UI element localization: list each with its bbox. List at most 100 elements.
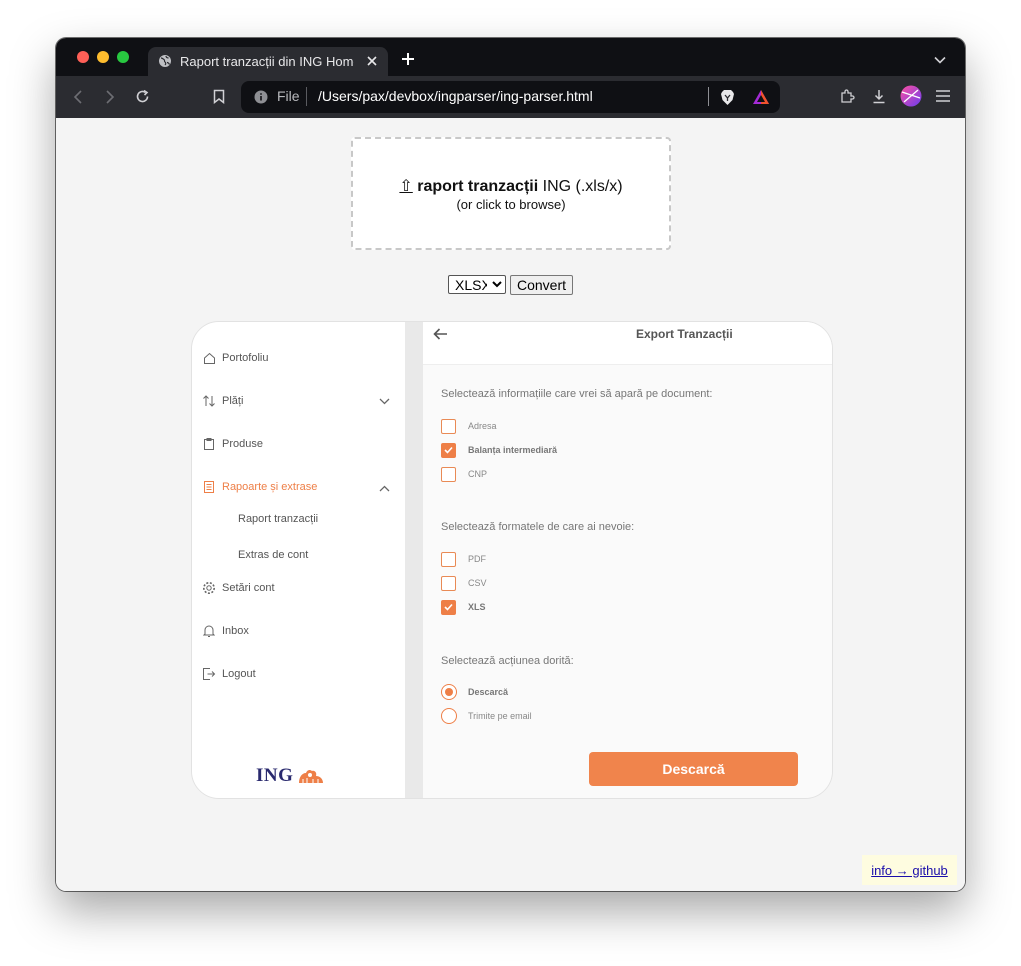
ing-option-pdf: PDF [441, 550, 486, 568]
ing-option-label: Descarcă [468, 687, 509, 697]
dropzone-hint: (or click to browse) [456, 197, 566, 212]
tab-title: Raport tranzacții din ING HomeBank [180, 54, 354, 69]
ing-section-action-label: Selectează acțiunea dorită: [441, 655, 574, 667]
url-text[interactable]: /Users/pax/devbox/ingparser/ing-parser.h… [318, 88, 593, 104]
ing-subnav-raport: Raport tranzacții [238, 513, 319, 525]
bookmark-icon[interactable] [212, 88, 226, 105]
ing-nav-label: Produse [222, 438, 263, 450]
close-window-button[interactable] [77, 51, 89, 63]
file-dropzone[interactable]: ⇧ raport tranzacții ING (.xls/x) (or cli… [351, 137, 671, 250]
ing-sidebar: Portofoliu Plăți Produse Rapoarte și ext… [192, 322, 405, 798]
back-icon[interactable] [72, 89, 84, 105]
chevron-up-icon [378, 484, 390, 492]
ing-export-header: Export Tranzacții [423, 322, 832, 365]
ing-divider [405, 322, 423, 798]
ing-logo-text: ING [256, 765, 294, 786]
upload-arrow-icon: ⇧ [399, 178, 413, 195]
dropzone-title: ⇧ raport tranzacții ING (.xls/x) [353, 176, 669, 196]
ing-option-csv: CSV [441, 574, 487, 592]
ing-nav-produse: Produse [202, 434, 263, 454]
checkbox-unchecked [441, 551, 456, 567]
ing-option-xls: XLS [441, 598, 486, 616]
brave-shields-icon[interactable] [719, 88, 735, 106]
back-arrow-icon [432, 326, 448, 342]
document-icon [202, 480, 216, 494]
info-github-link[interactable]: info → github [862, 855, 957, 885]
ing-option-label: Adresa [468, 421, 497, 431]
ing-section-info-label: Selectează informațiile care vrei să apa… [441, 388, 713, 400]
tab-list-chevron-icon[interactable] [934, 55, 946, 65]
dropzone-title-bold: raport tranzacții [417, 178, 539, 195]
checkbox-checked [441, 442, 456, 458]
ing-nav-label: Setări cont [222, 582, 275, 594]
logout-icon [202, 667, 216, 681]
ing-option-label: Balanța intermediară [468, 445, 558, 455]
ing-subnav-extras: Extras de cont [238, 549, 309, 561]
ing-section-formats-label: Selectează formatele de care ai nevoie: [441, 521, 635, 533]
forward-icon[interactable] [104, 89, 116, 105]
checkbox-unchecked [441, 466, 456, 482]
radio-unselected [441, 708, 457, 724]
gear-icon [202, 581, 216, 595]
ing-nav-label: Portofoliu [222, 352, 269, 364]
ing-option-cnp: CNP [441, 465, 487, 483]
transfer-arrows-icon [202, 394, 216, 408]
ing-nav-rapoarte: Rapoarte și extrase [202, 477, 317, 497]
ing-option-balanta: Balanța intermediară [441, 441, 557, 459]
download-icon[interactable] [871, 88, 887, 104]
ing-download-button: Descarcă [589, 752, 798, 786]
url-end-divider [708, 87, 709, 106]
ing-nav-label: Plăți [222, 395, 244, 407]
ing-nav-portofoliu: Portofoliu [202, 348, 268, 368]
checkbox-checked [441, 599, 456, 615]
ing-export-title: Export Tranzacții [636, 327, 733, 341]
ing-nav-plati: Plăți [202, 391, 243, 411]
tab-active[interactable]: Raport tranzacții din ING HomeBank [148, 47, 388, 76]
lion-logo-icon [296, 766, 326, 786]
chevron-down-icon [378, 397, 390, 405]
dropzone-title-rest: ING (.xls/x) [538, 178, 623, 195]
profile-avatar[interactable] [900, 85, 922, 107]
clipboard-icon [202, 437, 216, 451]
bell-icon [202, 624, 216, 638]
browser-toolbar: File /Users/pax/devbox/ingparser/ing-par… [56, 76, 965, 118]
page-content: ⇧ raport tranzacții ING (.xls/x) (or cli… [56, 118, 965, 891]
checkbox-unchecked [441, 418, 456, 434]
checkbox-unchecked [441, 575, 456, 591]
ing-nav-inbox: Inbox [202, 621, 249, 641]
ing-option-label: Trimite pe email [468, 711, 532, 721]
ing-nav-label: Rapoarte și extrase [222, 481, 318, 493]
ing-export-panel: Export Tranzacții Selectează informațiil… [423, 322, 832, 798]
url-divider [306, 87, 307, 106]
brave-rewards-icon[interactable] [752, 88, 770, 105]
zoom-window-button[interactable] [117, 51, 129, 63]
browser-window: Raport tranzacții din ING HomeBank [56, 38, 965, 891]
ing-logo: ING [256, 765, 326, 787]
radio-selected [441, 684, 457, 700]
ing-option-label: CNP [468, 469, 488, 479]
ing-nav-label: Logout [222, 668, 256, 680]
ing-export-screenshot: Portofoliu Plăți Produse Rapoarte și ext… [191, 321, 833, 799]
ing-option-adresa: Adresa [441, 417, 497, 435]
ing-option-label: CSV [468, 578, 487, 588]
ing-option-label: PDF [468, 554, 486, 564]
convert-button[interactable]: Convert [510, 275, 573, 295]
ing-option-descarca: Descarcă [441, 683, 508, 701]
menu-icon[interactable] [935, 89, 950, 103]
tab-bar: Raport tranzacții din ING HomeBank [56, 38, 965, 76]
extensions-icon[interactable] [839, 88, 855, 104]
minimize-window-button[interactable] [97, 51, 109, 63]
info-icon[interactable] [254, 90, 268, 104]
url-scheme-label: File [277, 88, 300, 104]
reload-icon[interactable] [134, 88, 150, 104]
close-tab-icon[interactable] [365, 54, 379, 68]
home-icon [202, 351, 216, 365]
new-tab-icon[interactable] [401, 52, 415, 66]
ing-nav-setari: Setări cont [202, 578, 275, 598]
format-select[interactable]: XLSX [448, 275, 506, 294]
ing-option-label: XLS [468, 602, 486, 612]
ing-nav-label: Inbox [222, 625, 249, 637]
ing-nav-logout: Logout [202, 664, 256, 684]
globe-icon [158, 54, 172, 68]
address-bar[interactable]: File /Users/pax/devbox/ingparser/ing-par… [241, 81, 780, 113]
